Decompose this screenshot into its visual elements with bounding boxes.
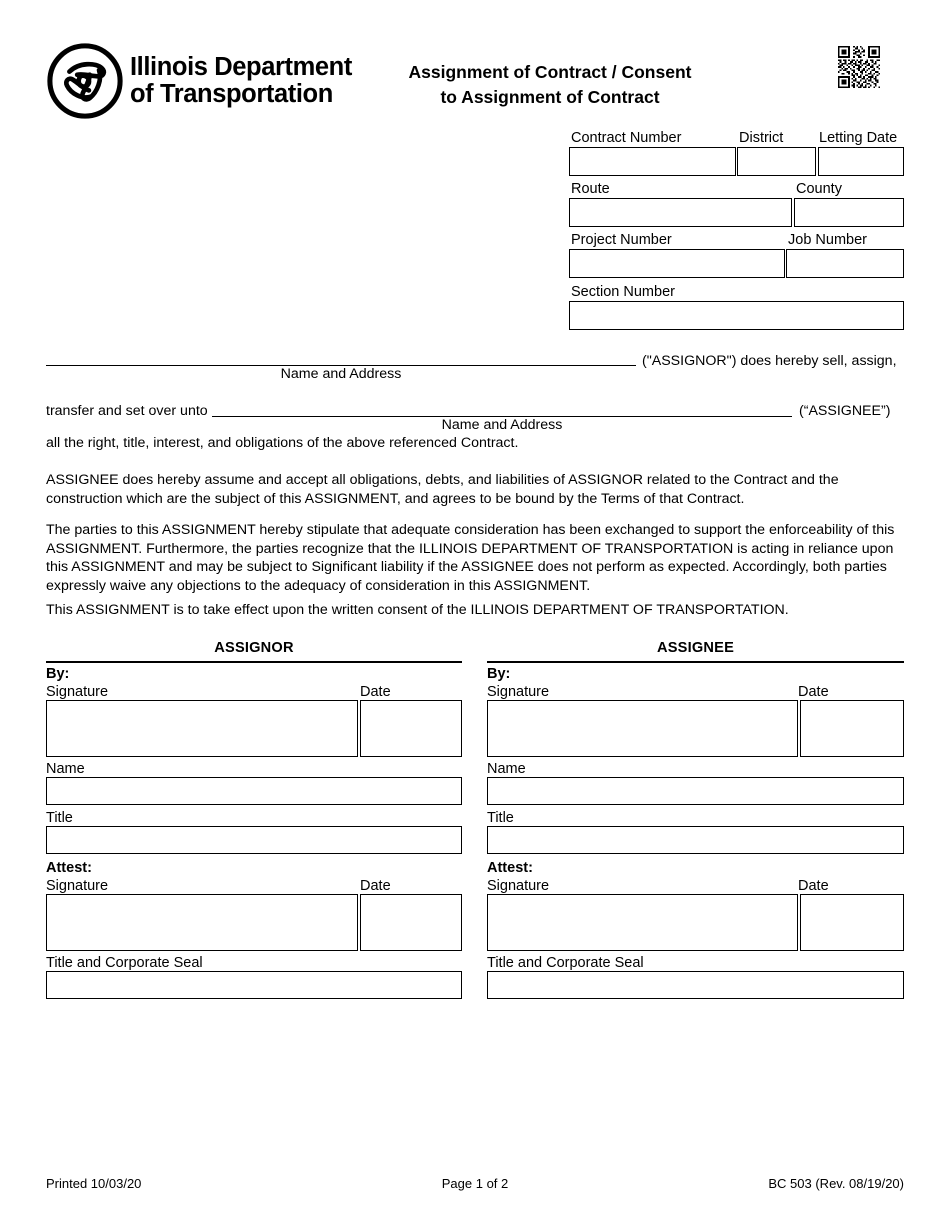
route-label: Route bbox=[571, 181, 610, 197]
assignor-attest-label: Attest: bbox=[46, 860, 92, 876]
job-number-input[interactable] bbox=[786, 249, 904, 278]
letting-date-label: Letting Date bbox=[819, 130, 898, 146]
assignor-trailing-text: ("ASSIGNOR") does hereby sell, assign, bbox=[642, 353, 897, 369]
page-number: Page 1 of 2 bbox=[441, 1176, 509, 1191]
assignor-title-label: Title bbox=[46, 810, 73, 826]
assignee-attest-date-label: Date bbox=[798, 878, 829, 894]
contract-rights-line: all the right, title, interest, and obli… bbox=[46, 435, 519, 451]
assignee-name-label: Name bbox=[487, 761, 526, 777]
assignor-attest-date-label: Date bbox=[360, 878, 391, 894]
assignor-signature-input[interactable] bbox=[46, 700, 359, 757]
assignor-name-field[interactable] bbox=[46, 777, 462, 805]
assignor-date-input[interactable] bbox=[360, 700, 462, 757]
contract-identifiers: Contract Number District Letting Date Ro… bbox=[0, 0, 950, 340]
form-page: Illinois Department of Transportation As… bbox=[0, 0, 950, 1230]
assignor-heading: ASSIGNOR bbox=[214, 640, 294, 656]
project-number-input[interactable] bbox=[569, 249, 785, 278]
page-footer: Printed 10/03/20 Page 1 of 2 BC 503 (Rev… bbox=[46, 1176, 904, 1191]
assignor-title-field[interactable] bbox=[46, 826, 462, 854]
assignee-attest-date-input[interactable] bbox=[800, 894, 904, 951]
assignor-title-seal-field[interactable] bbox=[46, 971, 462, 999]
job-number-label: Job Number bbox=[788, 232, 867, 248]
assignee-title-seal-label: Title and Corporate Seal bbox=[487, 955, 644, 971]
paragraph-assumption: ASSIGNEE does hereby assume and accept a… bbox=[46, 472, 839, 507]
route-input[interactable] bbox=[569, 198, 792, 227]
county-label: County bbox=[796, 181, 842, 197]
paragraph-consideration: The parties to this ASSIGNMENT hereby st… bbox=[46, 522, 895, 595]
assignee-attest-signature-label: Signature bbox=[487, 878, 550, 894]
assignor-attest-date-input[interactable] bbox=[360, 894, 462, 951]
district-label: District bbox=[739, 130, 784, 146]
assignor-signature-block: ASSIGNOR By: Signature Date Name Title A… bbox=[46, 640, 462, 999]
assignee-date-label: Date bbox=[798, 684, 829, 700]
assignor-name-label: Name bbox=[46, 761, 85, 777]
district-input[interactable] bbox=[737, 147, 816, 176]
section-number-input[interactable] bbox=[569, 301, 904, 330]
assignee-title-label: Title bbox=[487, 810, 514, 826]
assignee-heading-rule bbox=[487, 661, 904, 663]
section-number-label: Section Number bbox=[571, 284, 675, 300]
assignee-attest-signature-input[interactable] bbox=[487, 894, 798, 951]
project-number-label: Project Number bbox=[571, 232, 672, 248]
assignee-attest-label: Attest: bbox=[487, 860, 533, 876]
assignee-lead-text: transfer and set over unto bbox=[46, 403, 208, 419]
assignee-signature-input[interactable] bbox=[487, 700, 798, 757]
assignee-signature-label: Signature bbox=[487, 684, 550, 700]
assignor-attest-signature-label: Signature bbox=[46, 878, 109, 894]
paragraph-effect: This ASSIGNMENT is to take effect upon t… bbox=[46, 602, 789, 618]
assignee-name-caption: Name and Address bbox=[441, 417, 563, 433]
assignee-signature-block: ASSIGNEE By: Signature Date Name Title A… bbox=[487, 640, 904, 999]
letting-date-input[interactable] bbox=[818, 147, 904, 176]
assignee-name-field[interactable] bbox=[487, 777, 904, 805]
assignor-title-seal-label: Title and Corporate Seal bbox=[46, 955, 203, 971]
assignor-by-label: By: bbox=[46, 666, 70, 682]
county-input[interactable] bbox=[794, 198, 904, 227]
assignor-date-label: Date bbox=[360, 684, 391, 700]
assignor-attest-signature-input[interactable] bbox=[46, 894, 359, 951]
assignee-title-field[interactable] bbox=[487, 826, 904, 854]
assignee-trailing-text: (“ASSIGNEE”) bbox=[799, 403, 891, 419]
assignee-date-input[interactable] bbox=[800, 700, 904, 757]
contract-number-input[interactable] bbox=[569, 147, 736, 176]
contract-number-label: Contract Number bbox=[571, 130, 682, 146]
assignee-heading: ASSIGNEE bbox=[656, 640, 735, 656]
assignee-by-label: By: bbox=[487, 666, 511, 682]
assignor-signature-label: Signature bbox=[46, 684, 109, 700]
assignor-heading-rule bbox=[46, 661, 462, 663]
assignor-name-caption: Name and Address bbox=[280, 366, 402, 382]
assignee-title-seal-field[interactable] bbox=[487, 971, 904, 999]
